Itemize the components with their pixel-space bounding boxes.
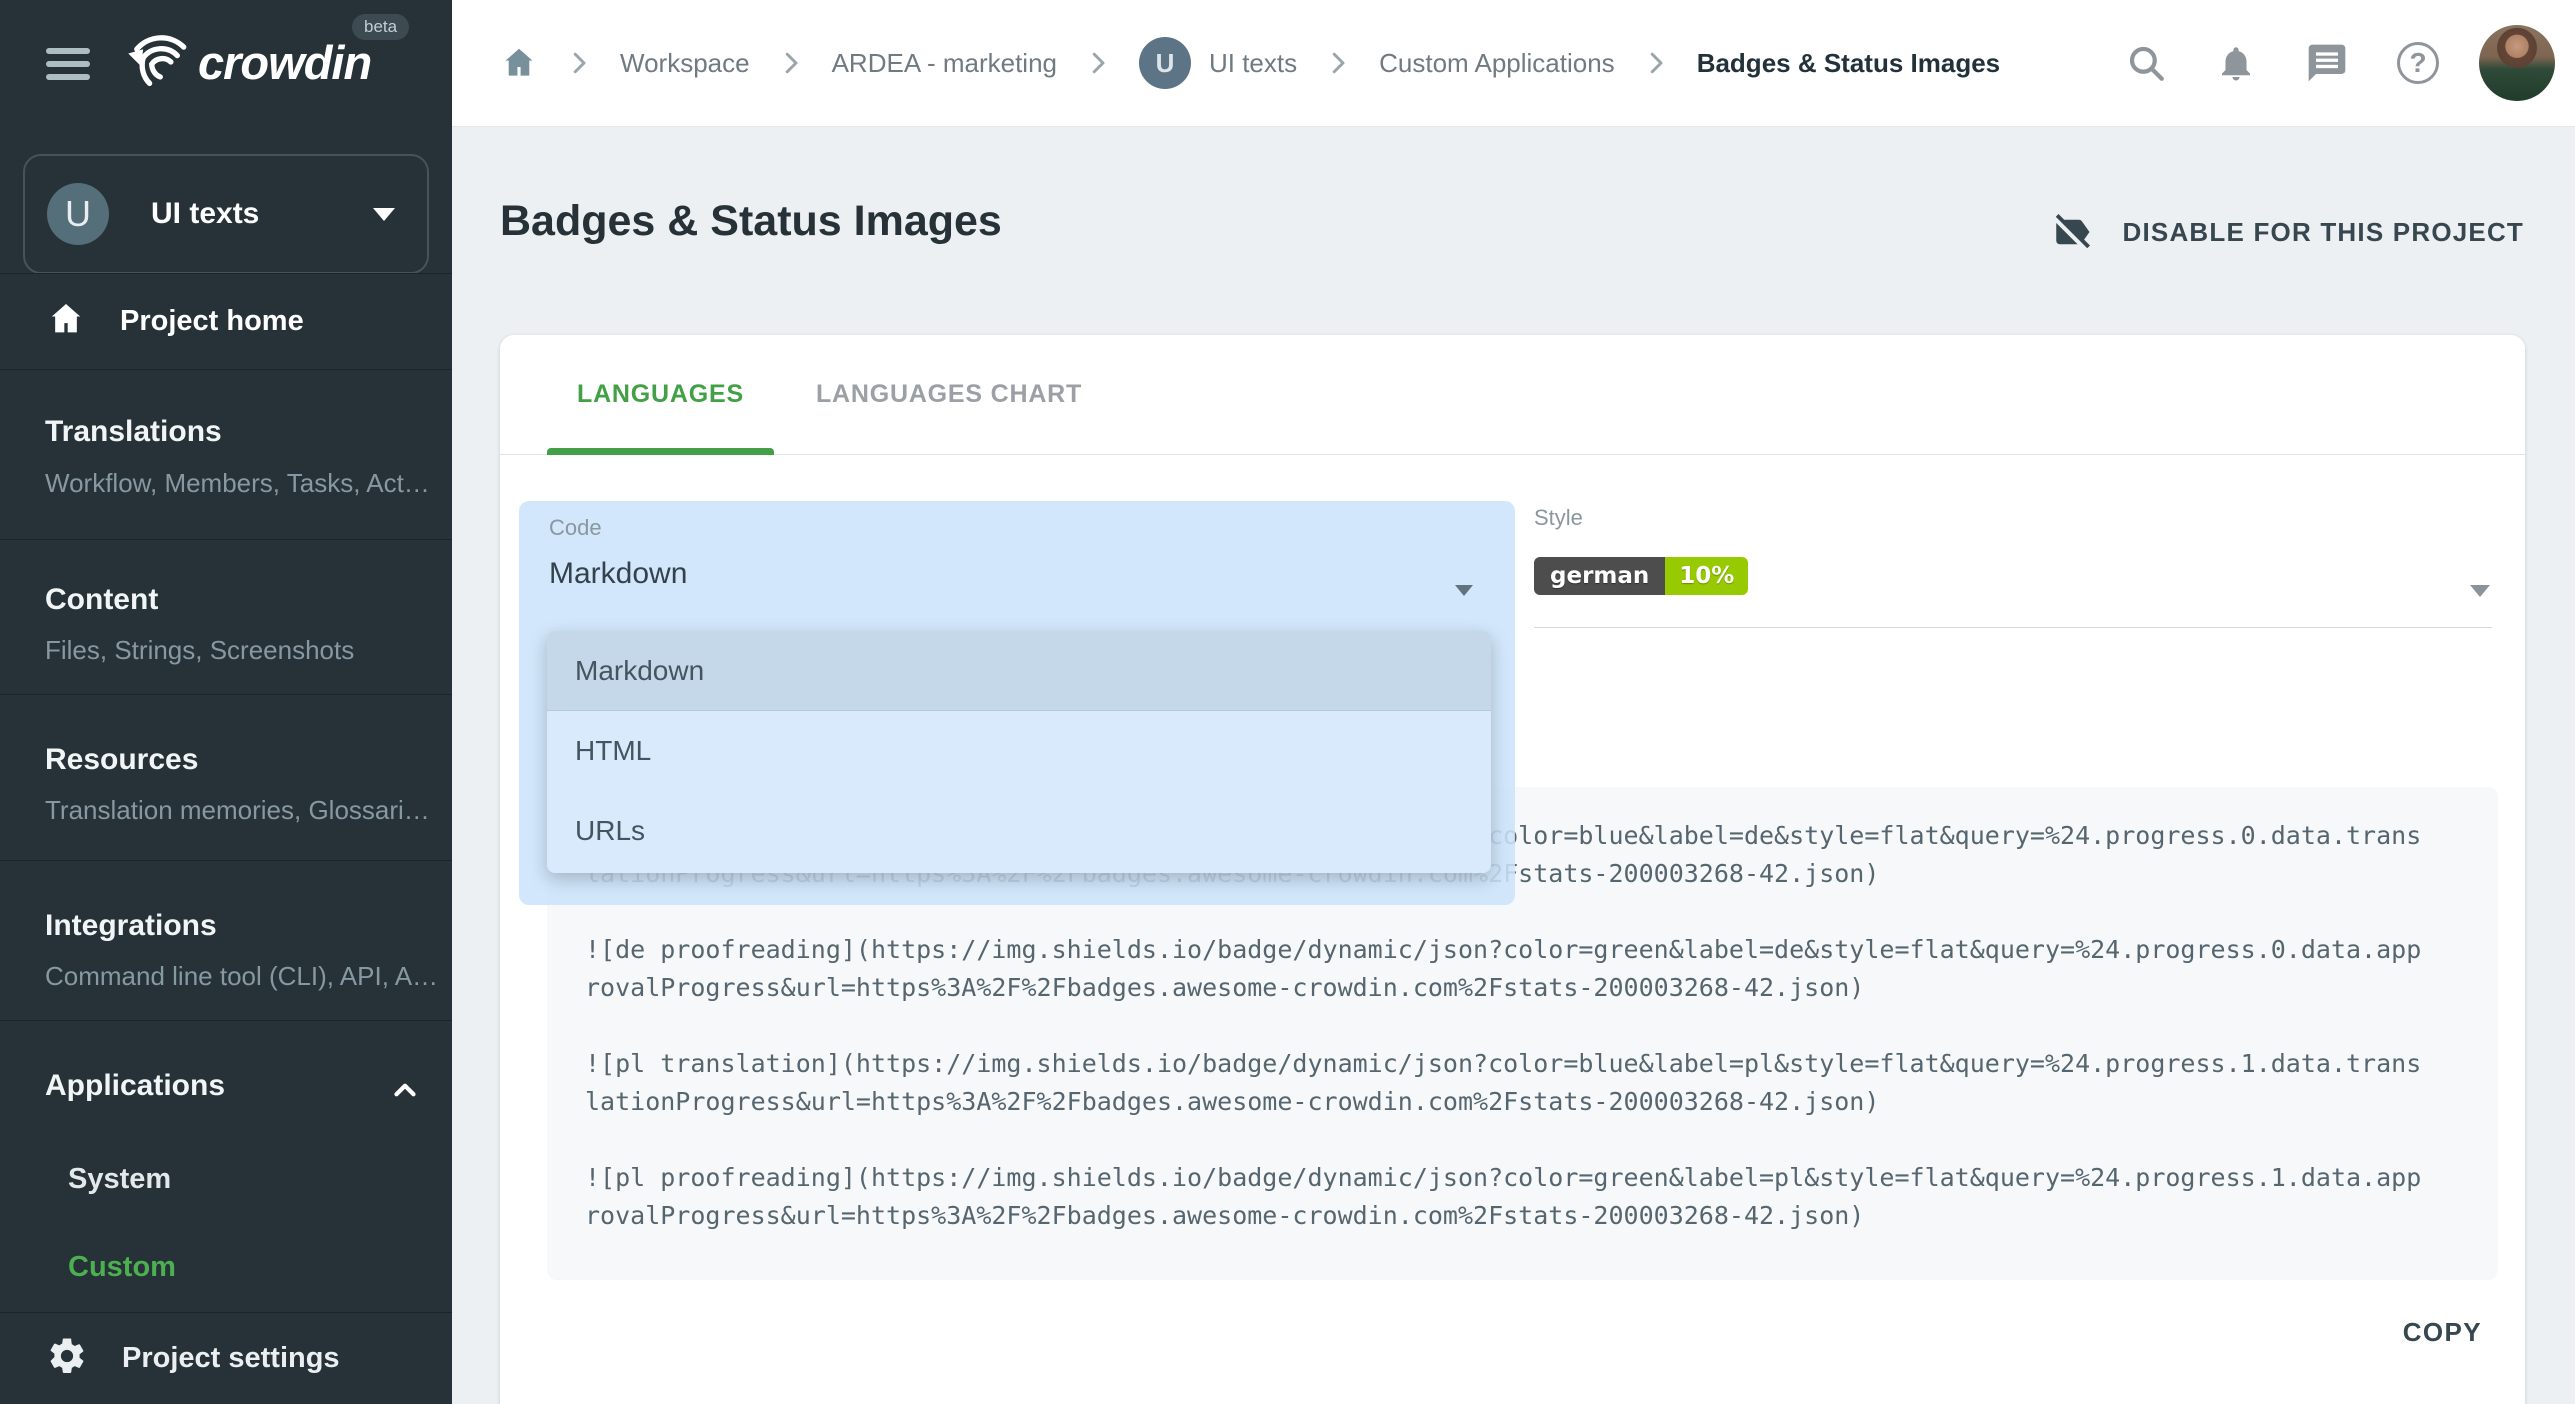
home-icon [46,299,86,344]
menu-option-markdown[interactable]: Markdown [547,631,1491,711]
section-subtitle: Command line tool (CLI), API, A… [45,961,438,992]
badge-progress-value: 10% [1665,557,1748,595]
badges-card: LANGUAGES LANGUAGES CHART Style german 1… [500,335,2525,1404]
section-subtitle: Workflow, Members, Tasks, Act… [45,468,430,499]
sidebar-item-project-home[interactable]: Project home [0,273,452,370]
sidebar-item-custom[interactable]: Custom [68,1251,176,1284]
code-entry: ![pl proofreading](https://img.shields.i… [585,1159,2429,1235]
breadcrumb-current-page: Badges & Status Images [1697,48,2000,79]
sidebar-item-label: Project settings [122,1342,340,1375]
top-bar: Workspace ARDEA - marketing U UI texts C… [452,0,2575,127]
tab-languages-chart[interactable]: LANGUAGES CHART [786,335,1112,455]
breadcrumb-home-icon[interactable] [500,44,538,82]
style-select-value: german 10% [1534,557,2492,595]
style-select-label: Style [1534,505,2492,531]
sidebar-item-project-settings[interactable]: Project settings [0,1313,452,1404]
chevron-right-icon [776,48,806,78]
status-badge-preview: german 10% [1534,557,1748,595]
sidebar-item-resources[interactable]: Resources Translation memories, Glossari… [0,695,452,861]
help-icon[interactable]: ? [2397,42,2439,84]
copy-button[interactable]: COPY [2403,1317,2482,1348]
sidebar: crowdin beta U UI texts Project home Tra… [0,0,452,1404]
breadcrumb-custom-applications[interactable]: Custom Applications [1379,48,1615,79]
sidebar-header: crowdin beta [0,0,452,127]
messages-chat-icon[interactable] [2305,41,2349,85]
badge-language-label: german [1534,557,1665,595]
chevron-up-icon[interactable] [388,1073,422,1112]
chevron-right-icon [564,48,594,78]
code-select-value: Markdown [549,557,687,591]
style-select[interactable]: Style german 10% [1534,505,2492,595]
code-entry: ![de proofreading](https://img.shields.i… [585,931,2429,1007]
hamburger-menu-icon[interactable] [46,48,90,80]
beta-badge: beta [352,14,409,40]
tab-languages[interactable]: LANGUAGES [547,335,774,455]
menu-option-urls[interactable]: URLs [547,791,1491,871]
select-underline [1534,627,2492,628]
section-title: Integrations [45,909,217,943]
chevron-down-icon [2470,585,2490,597]
disable-button-label: DISABLE FOR THIS PROJECT [2123,217,2525,248]
sidebar-item-translations[interactable]: Translations Workflow, Members, Tasks, A… [0,370,452,540]
chevron-down-icon [373,208,395,221]
tab-bar: LANGUAGES LANGUAGES CHART [500,335,2525,455]
project-selector[interactable]: U UI texts [23,154,429,274]
project-avatar: U [47,183,109,245]
label-off-icon [2051,211,2093,253]
menu-option-html[interactable]: HTML [547,711,1491,791]
code-select-menu: Markdown HTML URLs [547,631,1491,873]
breadcrumb-project[interactable]: UI texts [1209,48,1297,79]
chevron-right-icon [1083,48,1113,78]
gear-icon [46,1335,88,1382]
sidebar-item-applications[interactable]: Applications [45,1069,225,1103]
code-select-label: Code [549,515,602,541]
chevron-right-icon [1323,48,1353,78]
sidebar-item-system[interactable]: System [68,1163,171,1196]
breadcrumb-project-avatar: U [1139,37,1191,89]
search-icon[interactable] [2125,42,2167,84]
user-avatar[interactable] [2479,25,2555,101]
crowdin-logo[interactable]: crowdin [120,30,371,94]
main-content: Badges & Status Images DISABLE FOR THIS … [452,127,2575,1404]
breadcrumb-project-group[interactable]: ARDEA - marketing [832,48,1057,79]
notifications-bell-icon[interactable] [2215,42,2257,84]
disable-for-project-button[interactable]: DISABLE FOR THIS PROJECT [2051,211,2525,253]
breadcrumb-workspace[interactable]: Workspace [620,48,750,79]
sidebar-item-label: Project home [120,305,304,338]
sidebar-item-content[interactable]: Content Files, Strings, Screenshots [0,540,452,695]
chevron-down-icon [1455,585,1473,596]
project-name: UI texts [151,197,259,231]
top-actions: ? [2077,25,2555,101]
section-title: Resources [45,743,198,777]
section-subtitle: Translation memories, Glossari… [45,795,430,826]
sidebar-section-applications: Applications System Custom [0,1021,452,1313]
sidebar-item-integrations[interactable]: Integrations Command line tool (CLI), AP… [0,861,452,1021]
section-title: Translations [45,415,222,449]
section-title: Content [45,583,158,617]
code-entry: ![pl translation](https://img.shields.io… [585,1045,2429,1121]
crowdin-logo-text: crowdin [198,35,371,90]
page-title: Badges & Status Images [500,197,1002,246]
section-subtitle: Files, Strings, Screenshots [45,635,354,666]
breadcrumb: Workspace ARDEA - marketing U UI texts C… [500,37,2000,89]
chevron-right-icon [1641,48,1671,78]
crowdin-logo-icon [120,30,192,94]
